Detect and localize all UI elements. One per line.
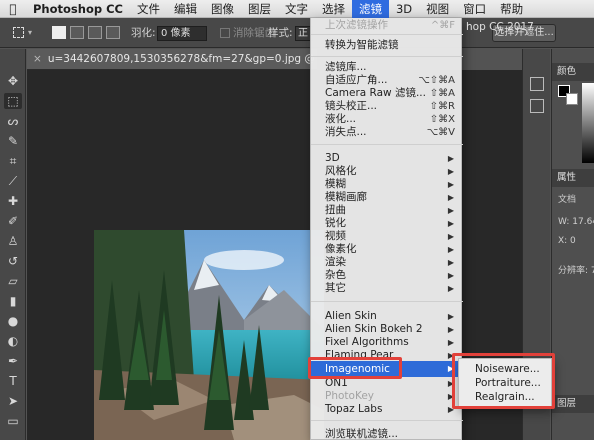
menu-bar:  Photoshop CC 文件 编辑 图像 图层 文字 选择 滤镜 3D 视… xyxy=(0,0,594,18)
x-value: X: 0 xyxy=(558,236,576,246)
move-tool-icon[interactable]: ✥ xyxy=(4,73,22,89)
right-panels: 颜色 属性 文档 W: 17.64 X: 0 分辨率: 72 图层 xyxy=(551,49,594,440)
blur-tool-icon[interactable]: ● xyxy=(4,313,22,329)
lasso-tool-icon[interactable]: ᔕ xyxy=(4,113,22,129)
pen-tool-icon[interactable]: ✒ xyxy=(4,353,22,369)
menu-item-camera-raw[interactable]: Camera Raw 滤镜... ⇧⌘A xyxy=(311,87,463,100)
tab-properties[interactable]: 属性 xyxy=(552,169,594,187)
menu-item-filter-gallery[interactable]: 滤镜库... xyxy=(311,61,463,74)
dodge-tool-icon[interactable]: ◐ xyxy=(4,333,22,349)
eraser-tool-icon[interactable]: ▱ xyxy=(4,273,22,289)
menu-separator xyxy=(311,301,463,302)
menu-item-noise[interactable]: 杂色 ▶ xyxy=(311,269,463,282)
marquee-icon xyxy=(13,27,24,38)
menu-item-alien-skin-bokeh[interactable]: Alien Skin Bokeh 2 ▶ xyxy=(311,323,463,336)
clone-stamp-tool-icon[interactable]: ♙ xyxy=(4,233,22,249)
window-title: hop CC 2017 xyxy=(466,21,534,33)
menu-item-sharpen[interactable]: 锐化 ▶ xyxy=(311,217,463,230)
menu-item-other[interactable]: 其它 ▶ xyxy=(311,282,463,295)
menu-item-browse-online-filters[interactable]: 浏览联机滤镜... xyxy=(311,428,463,440)
menu-item-blur[interactable]: 模糊 ▶ xyxy=(311,178,463,191)
chevron-down-icon: ▾ xyxy=(28,28,33,37)
menu-item-fixel-algorithms[interactable]: Fixel Algorithms ▶ xyxy=(311,336,463,349)
background-color-swatch[interactable] xyxy=(566,93,578,105)
menu-separator xyxy=(311,34,463,35)
history-panel-icon[interactable] xyxy=(530,77,544,91)
brush-tool-icon[interactable]: ✐ xyxy=(4,213,22,229)
menu-item-render[interactable]: 渲染 ▶ xyxy=(311,256,463,269)
menu-edit[interactable]: 编辑 xyxy=(167,0,204,18)
menu-item-vanishing-point[interactable]: 消失点... ⌥⌘V xyxy=(311,126,463,139)
rectangle-tool-icon[interactable]: ▭ xyxy=(4,413,22,429)
menu-item-alien-skin[interactable]: Alien Skin ▶ xyxy=(311,310,463,323)
tab-color[interactable]: 颜色 xyxy=(552,63,594,81)
antialias-checkbox[interactable] xyxy=(220,28,230,38)
landscape-photo xyxy=(94,230,324,440)
apple-icon[interactable]:  xyxy=(0,2,26,16)
menu-3d[interactable]: 3D xyxy=(389,0,419,18)
menu-item-last-filter: 上次滤镜操作 ^⌘F xyxy=(325,19,455,31)
menu-separator xyxy=(311,420,463,421)
resolution-value: 分辨率: 72 xyxy=(558,266,594,276)
quick-select-tool-icon[interactable]: ✎ xyxy=(4,133,22,149)
color-ramp[interactable] xyxy=(582,83,594,163)
gradient-tool-icon[interactable]: ▮ xyxy=(4,293,22,309)
menu-layer[interactable]: 图层 xyxy=(241,0,278,18)
document-tab[interactable]: × u=3442607809,1530356278&fm=27&gp=0.jpg … xyxy=(27,49,317,70)
menu-item-video[interactable]: 视频 ▶ xyxy=(311,230,463,243)
menu-item-adaptive-wide-angle[interactable]: 自适应广角... ⌥⇧⌘A xyxy=(311,74,463,87)
menu-item-lens-correction[interactable]: 镜头校正... ⇧⌘R xyxy=(311,100,463,113)
menu-type[interactable]: 文字 xyxy=(278,0,315,18)
menu-item-blur-gallery[interactable]: 模糊画廊 ▶ xyxy=(311,191,463,204)
tools-panel: ✥ ⬚ ᔕ ✎ ⌗ ⟋ ✚ ✐ ♙ ↺ ▱ ▮ ● ◐ ✒ T ➤ ▭ xyxy=(0,49,26,440)
history-brush-tool-icon[interactable]: ↺ xyxy=(4,253,22,269)
tool-preset-picker[interactable]: ▾ xyxy=(8,24,38,42)
path-select-tool-icon[interactable]: ➤ xyxy=(4,393,22,409)
menu-separator xyxy=(311,56,463,57)
feather-input[interactable]: 0 像素 xyxy=(157,26,207,41)
new-selection-button[interactable] xyxy=(52,26,66,39)
menu-item-3d[interactable]: 3D ▶ xyxy=(311,152,463,165)
document-title: u=3442607809,1530356278&fm=27&gp=0.jpg @… xyxy=(47,53,317,65)
crop-tool-icon[interactable]: ⌗ xyxy=(4,153,22,169)
menu-item-pixelate[interactable]: 像素化 ▶ xyxy=(311,243,463,256)
menu-separator xyxy=(311,144,463,145)
marquee-tool-icon[interactable]: ⬚ xyxy=(4,93,22,109)
menu-image[interactable]: 图像 xyxy=(204,0,241,18)
annotation-box-submenu xyxy=(452,353,555,409)
add-to-selection-button[interactable] xyxy=(70,26,84,39)
menu-item-topaz-labs[interactable]: Topaz Labs ▶ xyxy=(311,403,463,416)
menu-window[interactable]: 窗口 xyxy=(456,0,493,18)
width-value: W: 17.64 xyxy=(558,217,594,227)
close-icon[interactable]: × xyxy=(33,53,42,65)
menu-item-stylize[interactable]: 风格化 ▶ xyxy=(311,165,463,178)
subtract-selection-button[interactable] xyxy=(88,26,102,39)
menu-item-convert-smart-filter[interactable]: 转换为智能滤镜 xyxy=(311,39,463,52)
menu-item-liquify[interactable]: 液化... ⇧⌘X xyxy=(311,113,463,126)
intersect-selection-button[interactable] xyxy=(106,26,120,39)
properties-panel-icon[interactable] xyxy=(530,99,544,113)
menu-help[interactable]: 帮助 xyxy=(493,0,530,18)
photoshop-window:  Photoshop CC 文件 编辑 图像 图层 文字 选择 滤镜 3D 视… xyxy=(0,0,594,440)
menu-filter[interactable]: 滤镜 xyxy=(351,0,389,18)
menu-item-photokey: PhotoKey ▶ xyxy=(325,390,454,402)
properties-doc-label: 文档 xyxy=(558,195,577,205)
feather-label: 羽化: xyxy=(131,27,156,39)
menu-item-distort[interactable]: 扭曲 ▶ xyxy=(311,204,463,217)
annotation-box-imagenomic xyxy=(308,357,402,379)
menu-app-name[interactable]: Photoshop CC xyxy=(26,0,130,18)
menu-select[interactable]: 选择 xyxy=(315,0,352,18)
menu-view[interactable]: 视图 xyxy=(419,0,456,18)
eyedropper-tool-icon[interactable]: ⟋ xyxy=(4,173,22,189)
style-label: 样式: xyxy=(268,27,293,39)
type-tool-icon[interactable]: T xyxy=(4,373,22,389)
menu-file[interactable]: 文件 xyxy=(130,0,167,18)
healing-brush-tool-icon[interactable]: ✚ xyxy=(4,193,22,209)
tab-layers[interactable]: 图层 xyxy=(552,395,594,413)
